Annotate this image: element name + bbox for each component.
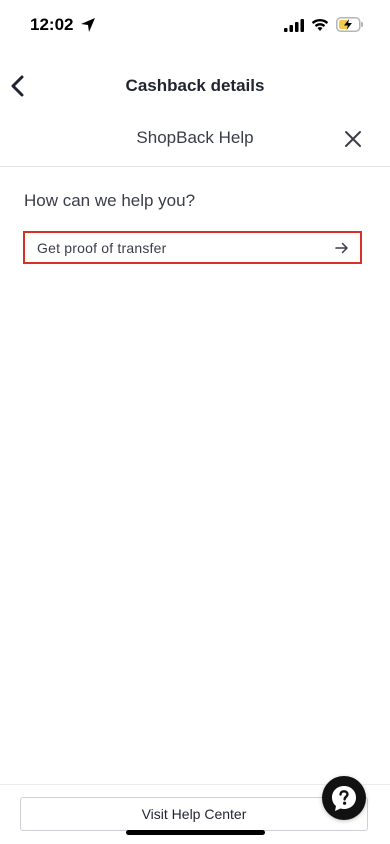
help-panel-title: ShopBack Help [136,128,254,147]
visit-help-center-button[interactable]: Visit Help Center [20,797,368,831]
location-arrow-icon [81,18,95,32]
help-panel-header: ShopBack Help [0,112,390,167]
home-indicator [126,830,265,835]
help-chat-icon [332,786,356,811]
help-chat-button[interactable] [322,776,366,820]
option-label: Get proof of transfer [37,240,167,256]
close-icon[interactable] [342,128,364,150]
status-bar: 12:02 [0,0,390,50]
page-title: Cashback details [125,76,265,95]
wifi-icon [311,18,329,31]
battery-charging-icon [336,17,363,32]
proof-of-transfer-option[interactable]: Get proof of transfer [23,231,362,264]
arrow-right-icon [335,242,348,254]
help-question: How can we help you? [24,191,196,210]
status-time: 12:02 [30,15,74,34]
navigation-bar: Cashback details [0,60,390,112]
cellular-signal-icon [284,19,304,32]
